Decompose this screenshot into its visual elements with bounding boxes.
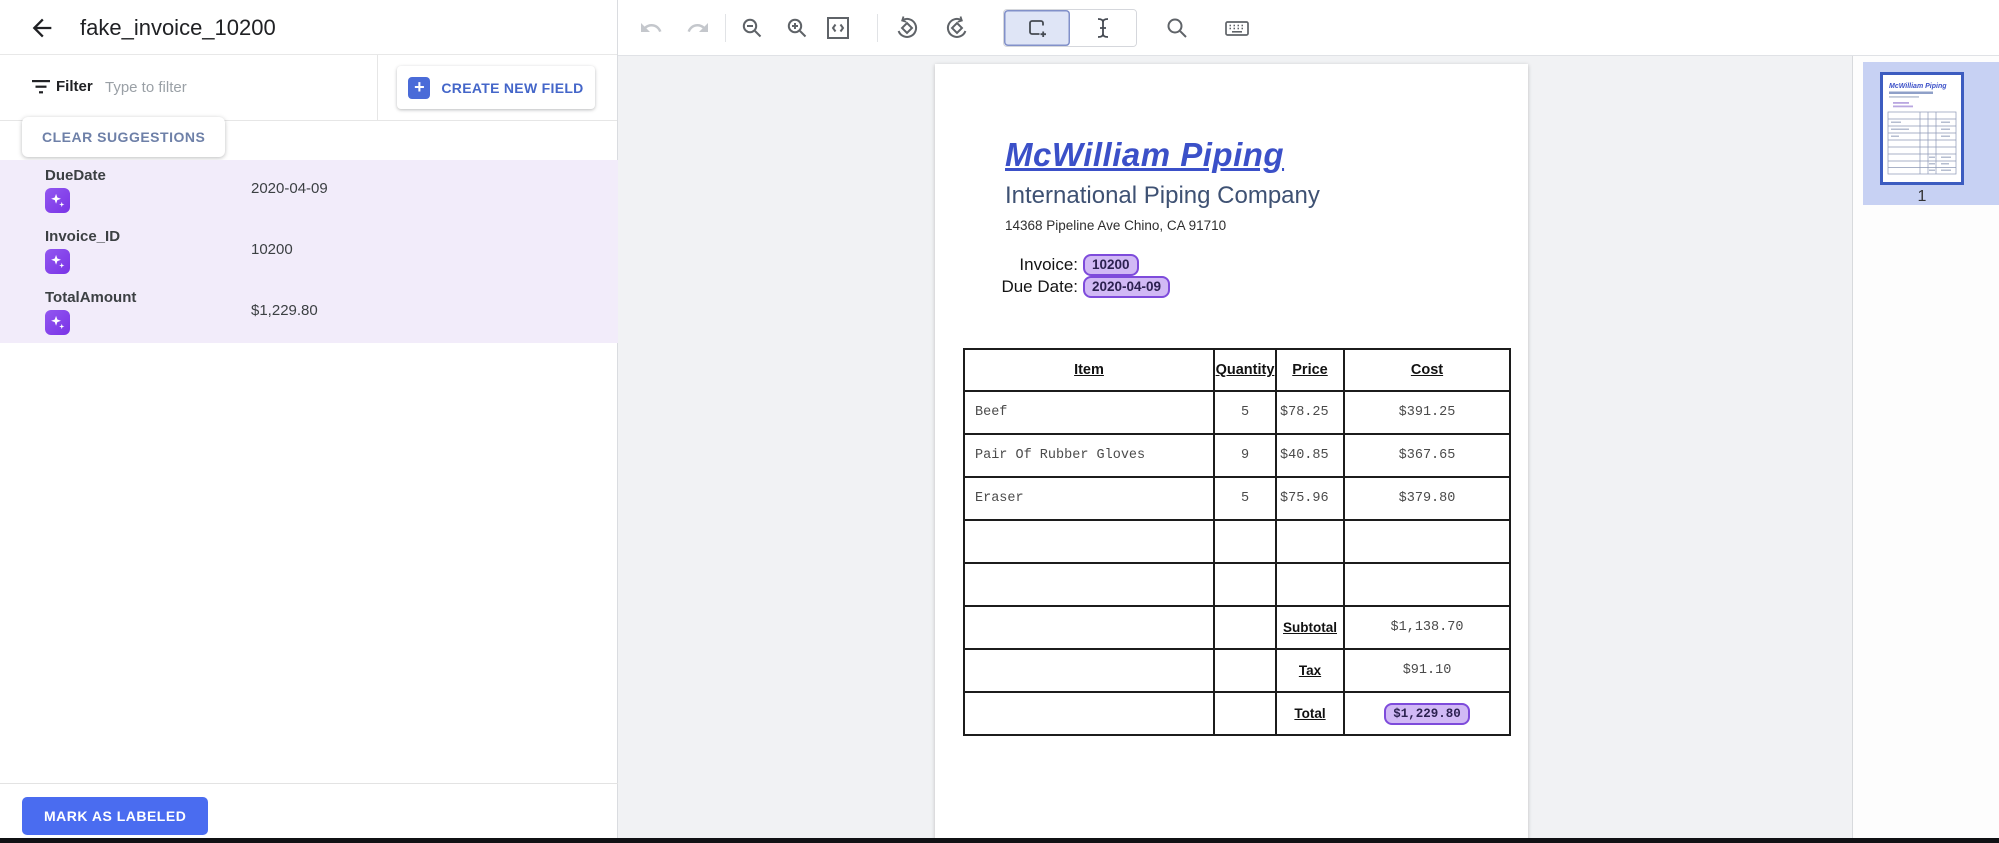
box-select-tool[interactable]: [1004, 10, 1070, 46]
label-panel: fake_invoice_10200 Filter + CREATE NEW F…: [0, 0, 618, 843]
field-name: TotalAmount: [45, 289, 136, 306]
window-bottom-edge: [0, 838, 1999, 843]
mark-as-labeled-button[interactable]: MARK AS LABELED: [22, 797, 208, 835]
divider: [0, 783, 618, 784]
viewer-toolbar: [618, 0, 1999, 56]
auto-awesome-sparkle-icon: [45, 188, 70, 213]
suggested-fields-list: DueDate 2020-04-09 Invoice_ID 10200 Tota…: [0, 160, 618, 343]
zoom-in-icon[interactable]: [782, 13, 812, 43]
text-select-tool[interactable]: [1070, 10, 1136, 46]
back-arrow-icon[interactable]: [28, 14, 56, 42]
total-amount-annotation[interactable]: $1,229.80: [1384, 703, 1470, 725]
invoice-line-items-table: Item Quantity Price Cost Beef 5 $78.25 $…: [963, 348, 1511, 736]
auto-awesome-sparkle-icon: [45, 310, 70, 335]
col-header-cost: Cost: [1344, 349, 1510, 391]
table-row-empty: [964, 520, 1510, 563]
filter-bar: Filter + CREATE NEW FIELD: [0, 55, 617, 121]
table-row: Eraser 5 $75.96 $379.80: [964, 477, 1510, 520]
field-row-duedate[interactable]: DueDate 2020-04-09: [0, 160, 618, 221]
cost-cell: $367.65: [1344, 434, 1510, 477]
qty-cell: 5: [1214, 477, 1276, 520]
document-title: fake_invoice_10200: [80, 0, 276, 55]
annotation-tool-group: [1003, 9, 1137, 47]
tax-label: Tax: [1276, 649, 1344, 692]
col-header-item: Item: [964, 349, 1214, 391]
document-viewer: McWilliam Piping International Piping Co…: [618, 56, 1852, 838]
undo-icon[interactable]: [636, 13, 666, 43]
auto-awesome-sparkle-icon: [45, 249, 70, 274]
invoice-number-annotation[interactable]: 10200: [1083, 254, 1139, 276]
keyboard-icon[interactable]: [1222, 13, 1252, 43]
cost-cell: $379.80: [1344, 477, 1510, 520]
price-cell: $78.25: [1276, 391, 1344, 434]
field-value: 10200: [251, 241, 293, 258]
rotate-left-icon[interactable]: [892, 13, 922, 43]
item-cell: Eraser: [964, 477, 1214, 520]
table-row: Pair Of Rubber Gloves 9 $40.85 $367.65: [964, 434, 1510, 477]
invoice-number-row: Invoice: 10200: [935, 254, 1265, 276]
divider: [725, 14, 726, 42]
rotate-right-icon[interactable]: [942, 13, 972, 43]
company-subtitle: International Piping Company: [1005, 182, 1320, 210]
cost-cell: $391.25: [1344, 391, 1510, 434]
fit-to-width-icon[interactable]: [823, 13, 853, 43]
filter-label: Filter: [56, 78, 93, 95]
page-thumbnail-1[interactable]: McWilliam Piping: [1863, 62, 1999, 205]
field-name: DueDate: [45, 167, 106, 184]
divider: [877, 14, 878, 42]
thumbnail-page-number: 1: [1863, 188, 1981, 206]
subtotal-row: Subtotal $1,138.70: [964, 606, 1510, 649]
table-row-empty: [964, 563, 1510, 606]
field-value: $1,229.80: [251, 302, 318, 319]
company-address: 14368 Pipeline Ave Chino, CA 91710: [1005, 218, 1226, 233]
total-value-cell: $1,229.80: [1344, 692, 1510, 735]
search-icon[interactable]: [1162, 13, 1192, 43]
qty-cell: 5: [1214, 391, 1276, 434]
create-new-field-button[interactable]: + CREATE NEW FIELD: [397, 66, 595, 109]
field-name: Invoice_ID: [45, 228, 120, 245]
price-cell: $75.96: [1276, 477, 1344, 520]
invoice-page: McWilliam Piping International Piping Co…: [935, 64, 1528, 838]
price-cell: $40.85: [1276, 434, 1344, 477]
panel-header: fake_invoice_10200: [0, 0, 617, 55]
total-row: Total $1,229.80: [964, 692, 1510, 735]
tax-value: $91.10: [1344, 649, 1510, 692]
filter-icon: [32, 80, 50, 94]
invoice-label: Invoice:: [935, 255, 1078, 275]
page-thumbnail-strip: McWilliam Piping: [1852, 56, 1999, 838]
due-date-annotation[interactable]: 2020-04-09: [1083, 276, 1170, 298]
total-label: Total: [1276, 692, 1344, 735]
create-new-field-label: CREATE NEW FIELD: [441, 80, 583, 96]
svg-text:McWilliam Piping: McWilliam Piping: [1889, 83, 1947, 90]
tax-row: Tax $91.10: [964, 649, 1510, 692]
divider: [377, 55, 378, 121]
zoom-out-icon[interactable]: [737, 13, 767, 43]
filter-input[interactable]: [105, 69, 360, 105]
field-row-totalamount[interactable]: TotalAmount $1,229.80: [0, 282, 618, 343]
item-cell: Pair Of Rubber Gloves: [964, 434, 1214, 477]
field-row-invoice-id[interactable]: Invoice_ID 10200: [0, 221, 618, 282]
item-cell: Beef: [964, 391, 1214, 434]
redo-icon[interactable]: [683, 13, 713, 43]
subtotal-value: $1,138.70: [1344, 606, 1510, 649]
clear-suggestions-button[interactable]: CLEAR SUGGESTIONS: [22, 117, 225, 157]
plus-icon: +: [408, 77, 430, 99]
table-row: Beef 5 $78.25 $391.25: [964, 391, 1510, 434]
company-title: McWilliam Piping: [1005, 136, 1284, 174]
qty-cell: 9: [1214, 434, 1276, 477]
table-header-row: Item Quantity Price Cost: [964, 349, 1510, 391]
field-value: 2020-04-09: [251, 180, 328, 197]
due-date-label: Due Date:: [935, 277, 1078, 297]
page-thumbnail-preview: McWilliam Piping: [1880, 72, 1964, 185]
due-date-row: Due Date: 2020-04-09: [935, 276, 1265, 298]
col-header-price: Price: [1276, 349, 1344, 391]
col-header-quantity: Quantity: [1214, 349, 1276, 391]
subtotal-label: Subtotal: [1276, 606, 1344, 649]
